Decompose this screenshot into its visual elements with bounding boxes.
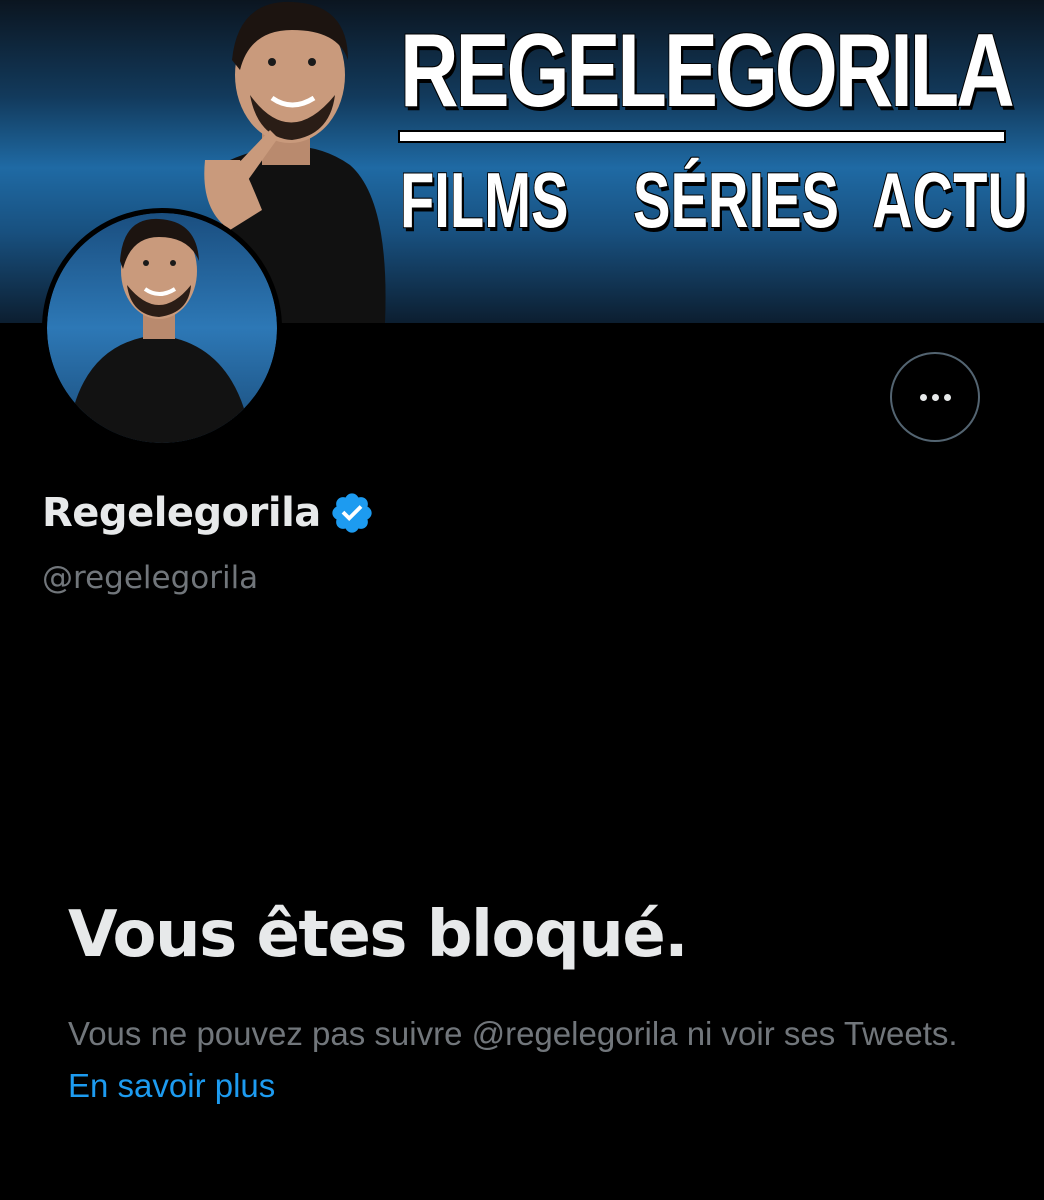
blocked-description: Vous ne pouvez pas suivre @regelegorila … [68, 1008, 968, 1112]
learn-more-link[interactable]: En savoir plus [68, 1067, 275, 1104]
display-name: Regelegorila [42, 490, 321, 536]
more-horizontal-icon [919, 393, 951, 401]
banner-title: REGELEGORILA [400, 13, 1015, 129]
banner-divider [400, 132, 1004, 141]
profile-name-row: Regelegorila [42, 490, 375, 536]
verified-badge-icon[interactable] [329, 490, 375, 536]
blocked-description-text: Vous ne pouvez pas suivre @regelegorila … [68, 1015, 958, 1052]
avatar-photo [47, 213, 277, 443]
banner-subtitle-films: FILMS [400, 156, 569, 244]
blocked-title: Vous êtes bloqué. [68, 898, 689, 972]
banner-subtitle-series: SÉRIES [633, 156, 839, 244]
avatar-person-image [67, 218, 252, 443]
more-options-button[interactable] [890, 352, 980, 442]
profile-handle: @regelegorila [42, 560, 259, 596]
banner-subtitle-actu: ACTU [872, 156, 1028, 244]
profile-avatar[interactable] [42, 208, 282, 448]
